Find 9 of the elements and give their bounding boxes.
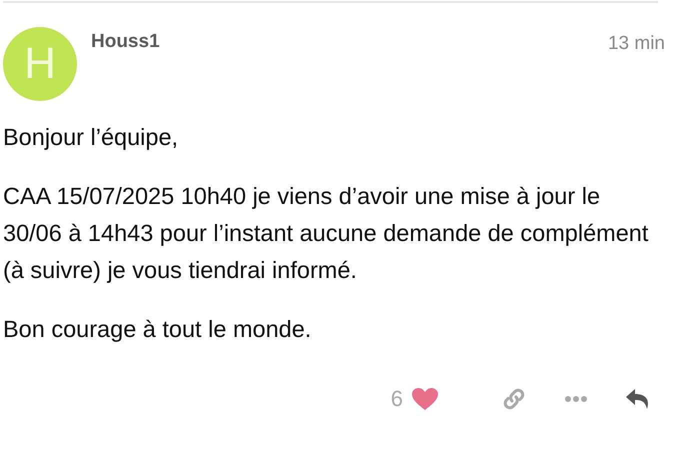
reply-icon	[625, 388, 651, 410]
username[interactable]: Houss1	[91, 31, 160, 53]
more-icon	[565, 396, 587, 402]
link-icon	[501, 388, 527, 410]
post-time[interactable]: 13 min	[608, 33, 665, 55]
post-paragraph: CAA 15/07/2025 10h40 je viens d’avoir une mise à jour le 30/06 à 14h43 pour l’instant aucune demande de complément (à suivre) je vous tiendrai informé.	[3, 182, 650, 285]
post-paragraph: Bonjour l’équipe,	[3, 123, 180, 152]
post-paragraph: Bon courage à tout le monde.	[3, 315, 312, 344]
like-button[interactable]: 6	[382, 382, 447, 416]
